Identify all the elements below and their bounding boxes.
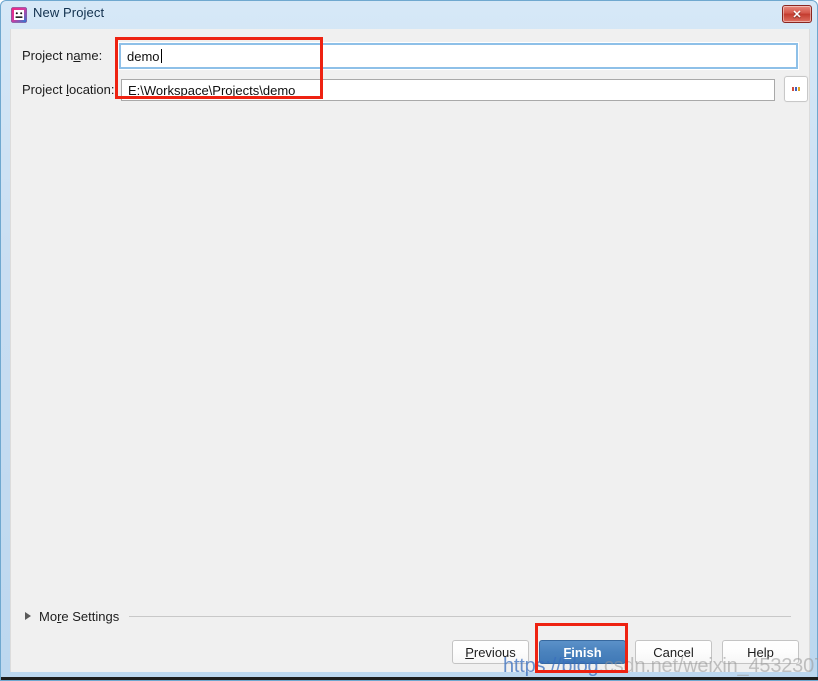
more-settings-toggle[interactable]: More Settings [25, 606, 795, 626]
chevron-right-icon [25, 612, 31, 620]
cancel-button[interactable]: Cancel [635, 640, 712, 664]
window-bottom-edge [1, 677, 818, 680]
close-button[interactable]: ✕ [782, 5, 812, 23]
help-button[interactable]: Help [722, 640, 799, 664]
project-name-label: Project name: [22, 48, 103, 63]
intellij-idea-logo-icon [11, 7, 27, 23]
project-name-value: demo [127, 48, 160, 64]
previous-button[interactable]: Previous [452, 640, 529, 664]
ellipsis-icon [792, 87, 800, 91]
project-location-value: E:\Workspace\Projects\demo [128, 82, 296, 98]
project-name-input[interactable]: demo [118, 42, 799, 70]
window-title: New Project [33, 5, 105, 20]
title-bar[interactable]: New Project ✕ [1, 1, 818, 29]
browse-location-button[interactable] [784, 76, 808, 102]
close-icon: ✕ [792, 8, 802, 21]
project-location-label: Project location: [22, 82, 115, 97]
cancel-button-label: Cancel [653, 644, 694, 660]
dialog-client-area: Project name: demo Project location: E:\… [10, 29, 810, 672]
help-button-label: Help [747, 644, 774, 660]
more-settings-label: More Settings [39, 608, 120, 624]
previous-button-label: Previous [465, 644, 516, 660]
new-project-dialog-window: New Project ✕ Project name: demo Project… [0, 0, 818, 681]
project-location-input[interactable]: E:\Workspace\Projects\demo [121, 79, 775, 101]
more-settings-separator [129, 615, 791, 617]
text-caret [160, 49, 162, 63]
finish-button-label: Finish [563, 644, 602, 660]
finish-button[interactable]: Finish [539, 640, 626, 664]
